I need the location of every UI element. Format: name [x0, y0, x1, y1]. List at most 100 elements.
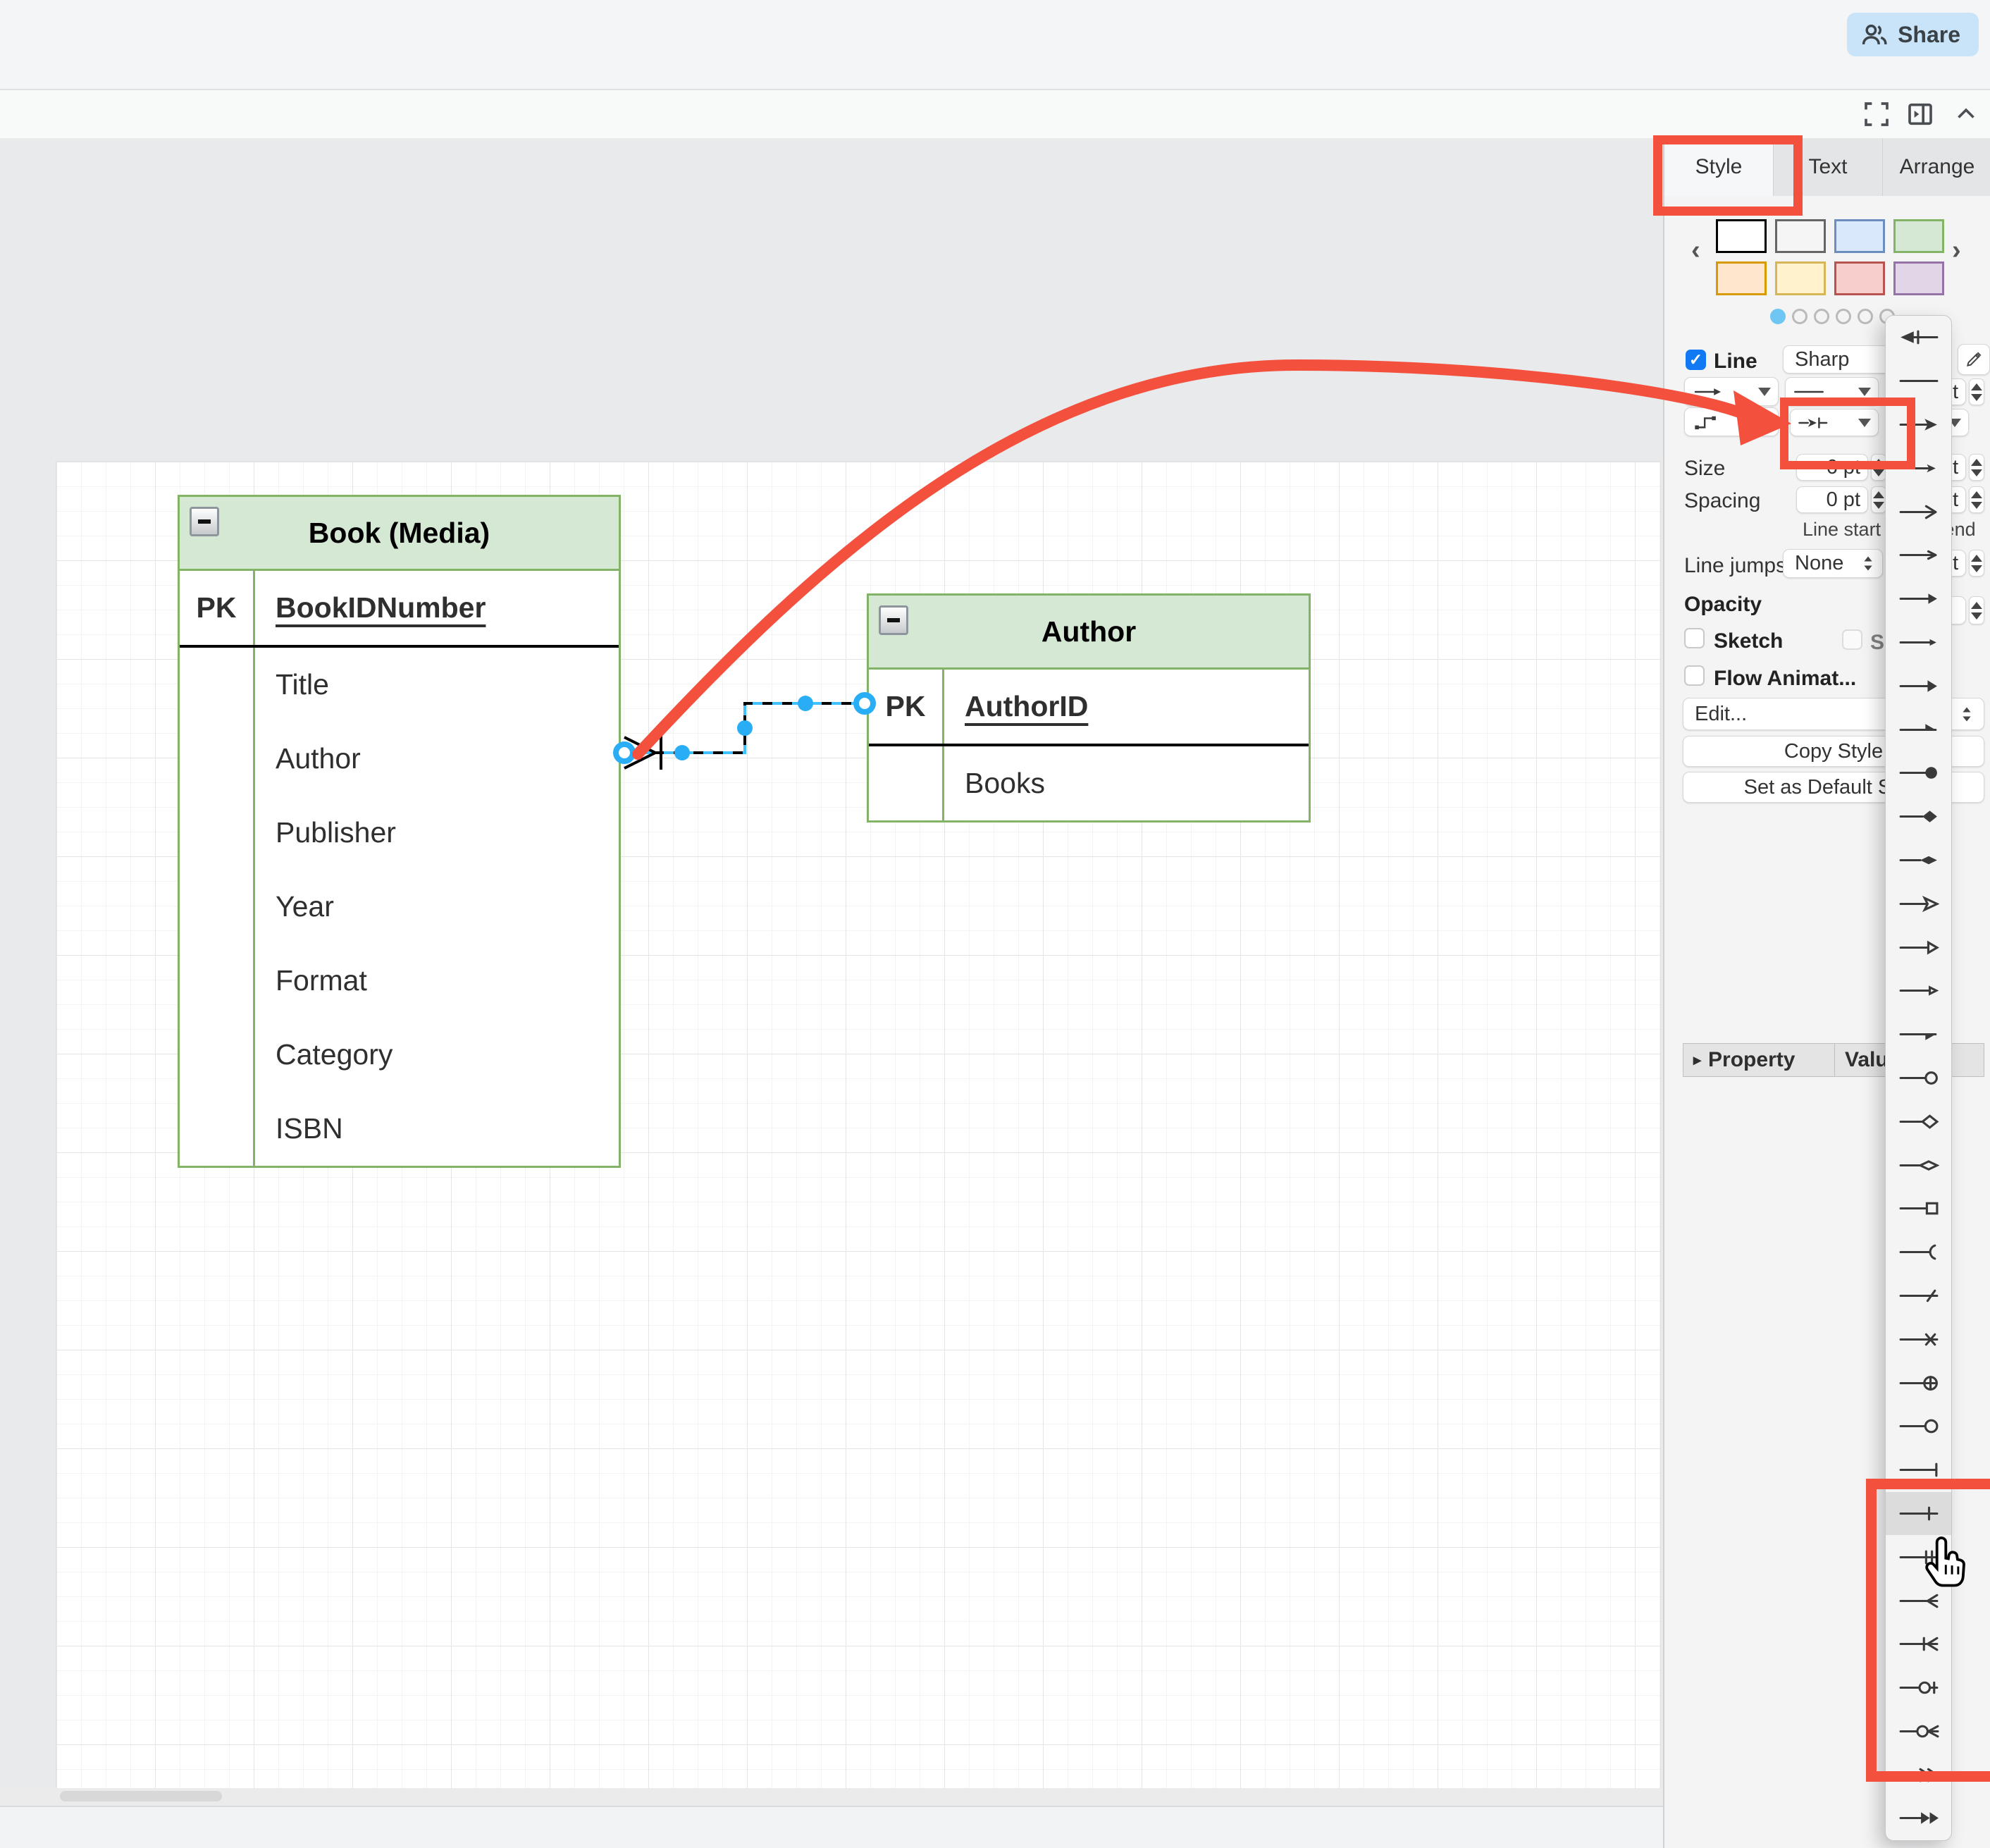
- pager-dot[interactable]: [1770, 309, 1786, 324]
- scrollbar-thumb[interactable]: [60, 1791, 222, 1801]
- color-swatch[interactable]: [1716, 219, 1767, 253]
- marker-option-diamond-outline[interactable]: [1886, 1099, 1951, 1143]
- eyedropper-icon: [1965, 350, 1983, 369]
- swatch-prev-icon[interactable]: ‹: [1691, 235, 1700, 266]
- swatch-next-icon[interactable]: ›: [1952, 235, 1961, 266]
- elbow-connector-icon: [1692, 414, 1720, 431]
- marker-option-oval-filled[interactable]: [1886, 751, 1951, 795]
- async-half-top-icon: [1898, 721, 1939, 739]
- spacing-input[interactable]: 0 pt: [1796, 486, 1868, 513]
- line-style-select[interactable]: Sharp: [1783, 345, 1896, 374]
- marker-option-async[interactable]: [1886, 664, 1951, 708]
- pager-dot[interactable]: [1858, 309, 1873, 324]
- color-swatch[interactable]: [1716, 261, 1767, 295]
- opacity-label: Opacity: [1684, 593, 1762, 617]
- shadow-checkbox[interactable]: [1842, 629, 1862, 650]
- diamond-outline-icon: [1898, 1113, 1939, 1131]
- marker-option-block-thin[interactable]: [1886, 621, 1951, 665]
- end-spacing-stepper[interactable]: [1969, 486, 1984, 513]
- marker-option-async-half-bottom[interactable]: [1886, 1013, 1951, 1057]
- bottom-bar: [0, 1806, 1663, 1848]
- line-checkbox[interactable]: ✓: [1686, 350, 1706, 370]
- table-row[interactable]: Publisher: [180, 796, 619, 870]
- color-swatch[interactable]: [1775, 219, 1826, 253]
- flow-animation-checkbox[interactable]: [1684, 665, 1705, 686]
- pager-dot[interactable]: [1836, 309, 1851, 324]
- sketch-checkbox[interactable]: [1684, 628, 1705, 648]
- open-icon: [1898, 503, 1939, 521]
- connection-arrow-select[interactable]: [1684, 377, 1779, 406]
- waypoints-select[interactable]: [1684, 407, 1779, 436]
- entity-table-book[interactable]: Book (Media) PK BookIDNumber Title Autho…: [178, 495, 621, 1168]
- marker-option-block[interactable]: [1886, 577, 1951, 621]
- share-label: Share: [1898, 22, 1960, 48]
- flow-animation-label: Flow Animat...: [1714, 667, 1856, 691]
- marker-option-diamond-filled[interactable]: [1886, 795, 1951, 839]
- collapse-minus-icon[interactable]: [190, 507, 219, 536]
- fullscreen-icon[interactable]: [1862, 100, 1891, 128]
- marker-option-half-circle[interactable]: [1886, 1231, 1951, 1274]
- hand-cursor: [1922, 1534, 1973, 1593]
- color-swatch[interactable]: [1834, 261, 1885, 295]
- table-row[interactable]: Category: [180, 1018, 619, 1092]
- table-row[interactable]: PK AuthorID: [869, 670, 1309, 744]
- diagram-canvas[interactable]: Book (Media) PK BookIDNumber Title Autho…: [0, 138, 1663, 1848]
- marker-option-circle-plus[interactable]: [1886, 1361, 1951, 1405]
- property-column-header[interactable]: ▸ Property: [1683, 1043, 1835, 1077]
- app-header: Share: [0, 0, 1990, 90]
- marker-option-classic-outline[interactable]: [1886, 882, 1951, 925]
- dash-slash-icon: [1898, 1287, 1939, 1305]
- marker-option-double-block-arrow[interactable]: [1886, 1797, 1951, 1840]
- toggle-panel-icon[interactable]: [1906, 100, 1934, 128]
- marker-option-diamond-thin-outline[interactable]: [1886, 1143, 1951, 1187]
- entity-table-author[interactable]: Author PK AuthorID Books: [867, 593, 1311, 823]
- marker-option-block-outline[interactable]: [1886, 925, 1951, 969]
- pager-dot[interactable]: [1792, 309, 1807, 324]
- marker-option-circle-outline[interactable]: [1886, 1405, 1951, 1448]
- marker-option-box-outline[interactable]: [1886, 1187, 1951, 1231]
- pager-dot[interactable]: [1814, 309, 1829, 324]
- spacing-stepper[interactable]: [1871, 486, 1886, 513]
- marker-option-bar-arrow-left[interactable]: [1886, 316, 1951, 359]
- end-size-stepper[interactable]: [1969, 454, 1984, 481]
- line-jumps-select[interactable]: None: [1783, 549, 1883, 578]
- disclosure-triangle-icon: ▸: [1693, 1051, 1701, 1069]
- color-swatch[interactable]: [1893, 261, 1944, 295]
- marker-option-dash-slash[interactable]: [1886, 1274, 1951, 1318]
- table-row[interactable]: Year: [180, 870, 619, 944]
- marker-option-open[interactable]: [1886, 490, 1951, 534]
- jump-size-stepper[interactable]: [1969, 550, 1984, 577]
- opacity-stepper[interactable]: [1969, 596, 1984, 624]
- diamond-filled-icon: [1898, 808, 1939, 825]
- color-swatch[interactable]: [1893, 219, 1944, 253]
- table-row[interactable]: PK BookIDNumber: [180, 571, 619, 645]
- marker-option-cross-x[interactable]: [1886, 1317, 1951, 1361]
- table-row[interactable]: ISBN: [180, 1092, 619, 1166]
- horizontal-scrollbar[interactable]: [0, 1788, 1663, 1804]
- classic-outline-icon: [1898, 895, 1939, 913]
- people-icon: [1861, 23, 1888, 47]
- table-row[interactable]: Format: [180, 944, 619, 1018]
- table-row[interactable]: Title: [180, 648, 619, 722]
- open-thin-icon: [1898, 546, 1939, 564]
- block-icon: [1898, 590, 1939, 608]
- marker-option-block-thin-outline[interactable]: [1886, 969, 1951, 1013]
- share-button[interactable]: Share: [1847, 13, 1979, 56]
- tab-arrange[interactable]: Arrange: [1883, 138, 1990, 196]
- table-row[interactable]: Author: [180, 722, 619, 796]
- async-half-bottom-icon: [1898, 1025, 1939, 1043]
- table-row[interactable]: Books: [869, 746, 1309, 820]
- eyedropper-button[interactable]: [1958, 344, 1990, 375]
- collapse-panel-icon[interactable]: [1953, 100, 1979, 128]
- oval-outline-icon: [1898, 1069, 1939, 1087]
- marker-option-none-line[interactable]: [1886, 359, 1951, 403]
- box-outline-icon: [1898, 1200, 1939, 1217]
- marker-option-diamond-thin-filled[interactable]: [1886, 839, 1951, 882]
- marker-option-open-thin[interactable]: [1886, 534, 1951, 577]
- marker-option-async-half-top[interactable]: [1886, 708, 1951, 751]
- collapse-minus-icon[interactable]: [879, 605, 908, 635]
- line-end-size-stepper[interactable]: [1969, 378, 1984, 405]
- color-swatch[interactable]: [1775, 261, 1826, 295]
- marker-option-oval-outline[interactable]: [1886, 1057, 1951, 1100]
- color-swatch[interactable]: [1834, 219, 1885, 253]
